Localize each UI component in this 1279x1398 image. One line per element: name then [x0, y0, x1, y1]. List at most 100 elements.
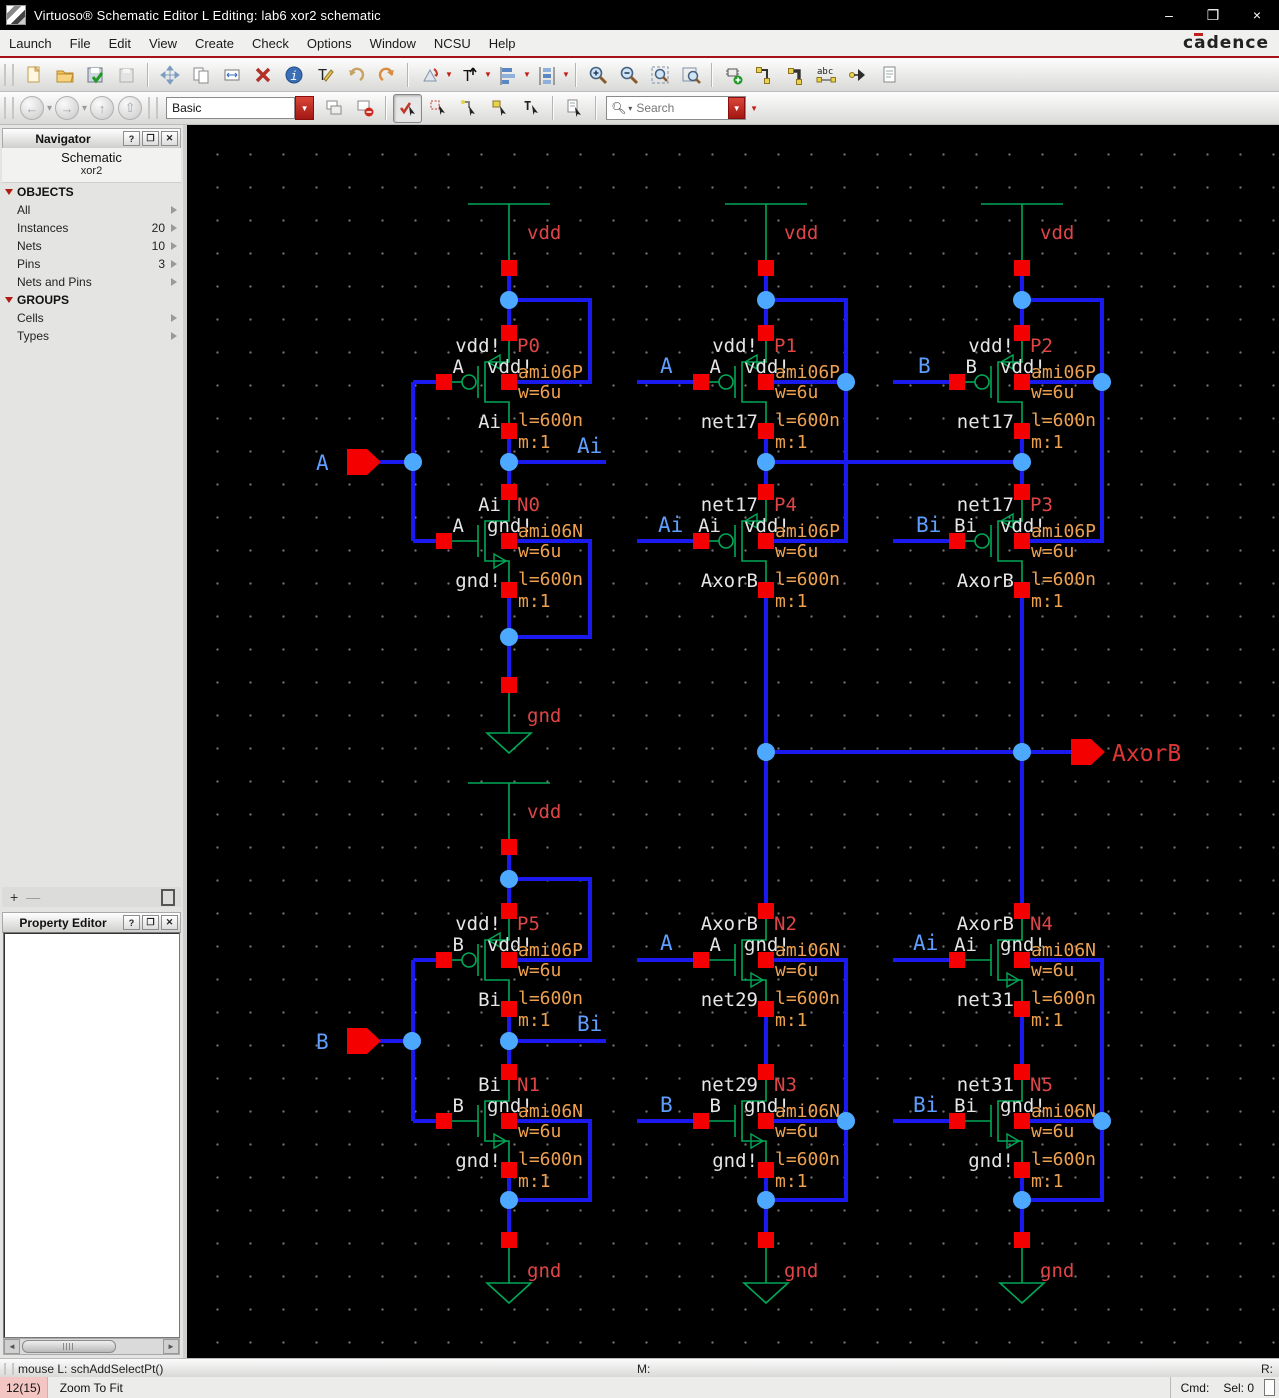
menu-help[interactable]: Help — [480, 30, 525, 56]
junction-dot[interactable] — [500, 1191, 518, 1209]
pin-square[interactable] — [758, 1162, 774, 1178]
vdd-net-label[interactable]: vdd — [1040, 222, 1074, 244]
net-label-B[interactable]: B — [918, 354, 931, 378]
gnd-net-label[interactable]: gnd — [527, 705, 561, 727]
width-param[interactable]: w=6u — [775, 382, 818, 403]
pin-square[interactable] — [758, 423, 774, 439]
instance-name[interactable]: P1 — [774, 335, 797, 357]
width-param[interactable]: w=6u — [775, 960, 818, 981]
create-pin-button[interactable] — [843, 60, 872, 89]
gate-label[interactable]: Bi — [954, 515, 977, 537]
gnd-symbol[interactable] — [484, 693, 534, 755]
junction-dot[interactable] — [1093, 373, 1111, 391]
width-param[interactable]: w=6u — [518, 1121, 561, 1142]
instance-name[interactable]: P5 — [517, 913, 540, 935]
pin-square[interactable] — [436, 374, 452, 390]
pin-square[interactable] — [758, 325, 774, 341]
gnd-symbol[interactable] — [484, 1248, 534, 1305]
width-param[interactable]: w=6u — [1031, 541, 1074, 562]
instance-name[interactable]: P0 — [517, 335, 540, 357]
new-file-button[interactable] — [19, 60, 48, 89]
close-button[interactable]: × — [1235, 0, 1279, 30]
net-label-B[interactable]: B — [316, 1030, 329, 1054]
length-param[interactable]: l=600n — [518, 1149, 583, 1170]
pin-square[interactable] — [436, 952, 452, 968]
length-param[interactable]: l=600n — [518, 410, 583, 431]
instance-name[interactable]: P2 — [1030, 335, 1053, 357]
net-label-Bi[interactable]: Bi — [916, 513, 941, 537]
net-label-Bi[interactable]: Bi — [577, 1012, 602, 1036]
tree-item-pins[interactable]: Pins 3 — [2, 255, 181, 273]
align-dropdown[interactable]: ▼ — [523, 61, 531, 88]
pin-square[interactable] — [436, 533, 452, 549]
pin-square[interactable] — [1014, 325, 1030, 341]
select-instance-button[interactable] — [486, 94, 515, 123]
instance-name[interactable]: N0 — [517, 494, 540, 516]
select-net-button[interactable] — [455, 94, 484, 123]
property-editor-title-bar[interactable]: Property Editor ? ❐ ✕ — [2, 912, 181, 933]
gate-label[interactable]: B — [453, 1095, 464, 1117]
save-button[interactable] — [81, 60, 110, 89]
expand-icon[interactable] — [171, 206, 177, 214]
length-param[interactable]: l=600n — [775, 410, 840, 431]
mult-param[interactable]: m:1 — [518, 1171, 551, 1192]
pin-square[interactable] — [1014, 1162, 1030, 1178]
menu-file[interactable]: File — [61, 30, 100, 56]
terminal-label[interactable]: vdd! — [455, 335, 501, 357]
gate-label[interactable]: A — [710, 934, 722, 956]
select-text-button[interactable]: T — [517, 94, 546, 123]
model-label[interactable]: ami06P — [518, 940, 583, 961]
gnd-net-label[interactable]: gnd — [1040, 1260, 1074, 1282]
menu-options[interactable]: Options — [298, 30, 361, 56]
junction-dot[interactable] — [837, 1112, 855, 1130]
collapse-icon[interactable] — [5, 297, 13, 303]
vdd-net-label[interactable]: vdd — [527, 801, 561, 823]
model-label[interactable]: ami06P — [775, 521, 840, 542]
model-label[interactable]: ami06N — [1031, 940, 1096, 961]
output-pin-label[interactable]: AxorB — [1112, 741, 1181, 767]
gate-label[interactable]: Ai — [698, 515, 721, 537]
scroll-right-icon[interactable]: ► — [163, 1339, 179, 1354]
rotate-button[interactable] — [415, 60, 444, 89]
terminal-label[interactable]: AxorB — [701, 570, 758, 592]
junction-dot[interactable] — [403, 1032, 421, 1050]
mult-param[interactable]: m:1 — [1031, 1010, 1064, 1031]
menu-window[interactable]: Window — [361, 30, 425, 56]
gnd-symbol[interactable] — [997, 1248, 1047, 1305]
vdd-net-label[interactable]: vdd — [527, 222, 561, 244]
gate-label[interactable]: A — [453, 515, 465, 537]
select-partial-button[interactable] — [424, 94, 453, 123]
pane-toggle-icon[interactable] — [161, 888, 175, 906]
pin-square[interactable] — [501, 903, 517, 919]
gnd-symbol[interactable] — [741, 1248, 791, 1305]
scrollbar-thumb[interactable] — [22, 1340, 116, 1353]
width-param[interactable]: w=6u — [775, 541, 818, 562]
hierarchy-dropdown[interactable]: ▼ — [484, 61, 492, 88]
edit-properties-button[interactable]: T — [310, 60, 339, 89]
length-param[interactable]: l=600n — [775, 569, 840, 590]
pin-square[interactable] — [758, 903, 774, 919]
gnd-net-label[interactable]: gnd — [527, 1260, 561, 1282]
terminal-label[interactable]: net17 — [957, 494, 1014, 516]
model-label[interactable]: ami06N — [775, 1101, 840, 1122]
model-label[interactable]: ami06N — [518, 1101, 583, 1122]
terminal-label[interactable]: AxorB — [957, 570, 1014, 592]
terminal-label[interactable]: Bi — [478, 989, 501, 1011]
pmos-bubble[interactable] — [718, 533, 734, 549]
mult-param[interactable]: m:1 — [775, 1171, 808, 1192]
workspace-dropdown[interactable]: ▼ — [295, 96, 315, 120]
instance-name[interactable]: N4 — [1030, 913, 1053, 935]
pin-square[interactable] — [501, 839, 517, 855]
terminal-label[interactable]: vdd! — [968, 335, 1014, 357]
pin-square[interactable] — [1014, 1064, 1030, 1080]
zoom-area-button[interactable] — [676, 60, 705, 89]
tree-section-objects[interactable]: OBJECTS — [2, 183, 181, 201]
mult-param[interactable]: m:1 — [518, 1010, 551, 1031]
open-folder-button[interactable] — [50, 60, 79, 89]
property-editor-close-button[interactable]: ✕ — [161, 915, 178, 930]
search-options-dropdown[interactable]: ▼ — [750, 95, 758, 122]
pin-square[interactable] — [501, 1162, 517, 1178]
workspace-value[interactable]: Basic — [166, 97, 296, 119]
junction-dot[interactable] — [500, 291, 518, 309]
junction-dot[interactable] — [500, 628, 518, 646]
